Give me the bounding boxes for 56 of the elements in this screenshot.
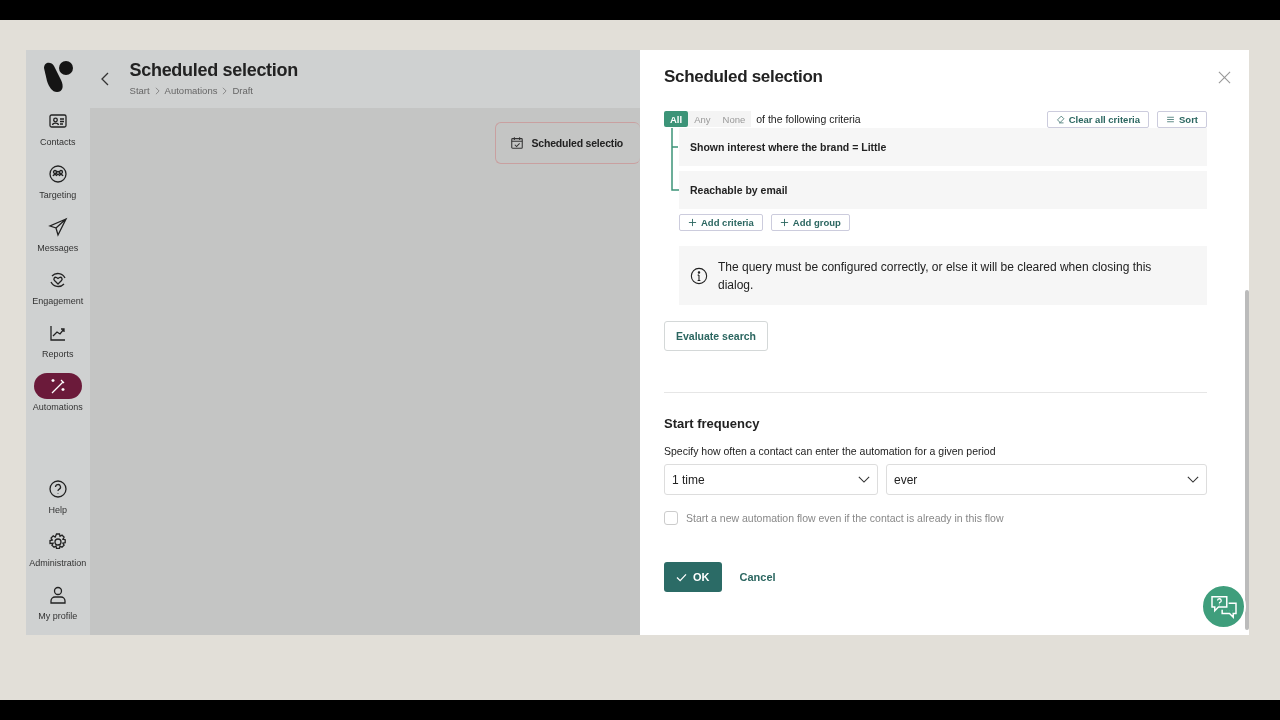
criteria-row[interactable]: Reachable by email — [679, 171, 1207, 209]
nav-label: Targeting — [39, 190, 77, 200]
evaluate-search-button[interactable]: Evaluate search — [664, 321, 768, 351]
close-icon[interactable] — [1218, 70, 1231, 84]
add-button[interactable]: Add group — [770, 214, 850, 231]
nav-button[interactable] — [33, 373, 82, 399]
breadcrumb-link[interactable]: Start — [129, 85, 150, 96]
nav-label: My profile — [38, 611, 78, 621]
checkbox-label: Start a new automation flow even if the contact is already in this flow — [686, 512, 1004, 524]
help-icon — [47, 479, 68, 499]
settings-icon — [47, 532, 68, 552]
clear-criteria-button[interactable]: Clear all criteria — [1046, 110, 1149, 128]
chevron-down-icon — [1187, 476, 1199, 483]
match-mode-tab[interactable]: All — [664, 111, 689, 127]
dialog-title: Scheduled selection — [664, 67, 823, 87]
cancel-button[interactable]: Cancel — [739, 571, 776, 583]
plus-icon — [779, 218, 789, 227]
breadcrumb-link[interactable]: Draft — [232, 85, 253, 96]
back-icon[interactable] — [99, 71, 110, 87]
criteria-row[interactable]: Shown interest where the brand = Little — [679, 128, 1207, 166]
dropdown[interactable]: ever — [886, 464, 1207, 495]
nav-label: Automations — [32, 402, 83, 412]
match-suffix: of the following criteria — [756, 113, 861, 125]
chevron-down-icon — [858, 476, 870, 483]
nav-label: Contacts — [40, 137, 76, 147]
nav-label: Help — [48, 505, 67, 515]
sort-button[interactable]: Sort — [1157, 110, 1207, 128]
checkbox[interactable] — [664, 511, 678, 525]
chart-icon — [47, 323, 68, 343]
eraser-icon — [1055, 114, 1065, 124]
person-icon — [47, 585, 68, 605]
nav-label: Reports — [42, 349, 74, 359]
section-description: Specify how often a contact can enter the automation for a given period — [664, 445, 997, 457]
dropdown[interactable]: 1 time — [664, 464, 878, 495]
info-text: The query must be configured correctly, or else it will be cleared when closing this dialog. — [718, 258, 1153, 294]
breadcrumb-link[interactable]: Automations — [164, 85, 218, 96]
plus-icon — [688, 218, 697, 227]
section-title: Start frequency — [664, 416, 761, 431]
paper-plane-icon — [47, 217, 68, 237]
group-icon — [47, 164, 68, 184]
ok-button[interactable]: OK — [664, 562, 722, 592]
chevron-icon — [154, 86, 160, 95]
nav-label: Administration — [29, 558, 87, 568]
check-icon — [676, 572, 687, 582]
scrollbar[interactable] — [1245, 290, 1249, 630]
info-icon — [690, 266, 708, 285]
add-button[interactable]: Add criteria — [679, 214, 763, 231]
tree-line — [671, 128, 679, 192]
chevron-icon — [222, 86, 228, 95]
contact-card-icon — [47, 111, 68, 131]
chat-bubbles-icon — [1209, 594, 1238, 619]
calendar-icon — [509, 136, 524, 150]
page-title: Scheduled selection — [129, 60, 298, 81]
nav-label: Engagement — [32, 296, 84, 306]
lines-icon — [1166, 114, 1175, 124]
nav-label: Messages — [37, 243, 79, 253]
